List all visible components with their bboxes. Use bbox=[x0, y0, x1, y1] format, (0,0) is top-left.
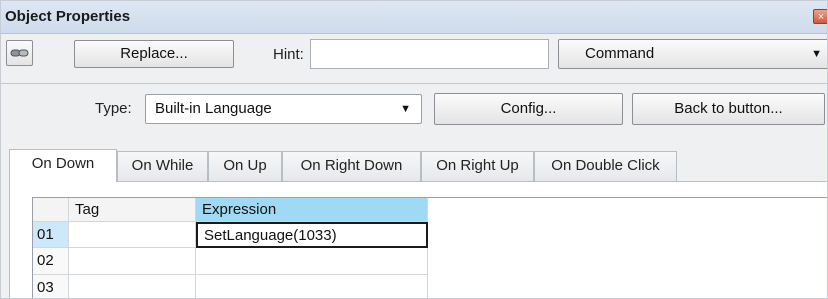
column-header-expression[interactable]: Expression bbox=[196, 198, 428, 222]
expression-cell[interactable]: SetLanguage(1033) bbox=[196, 222, 428, 248]
tab-label: On Right Up bbox=[436, 157, 519, 174]
tab-label: On Down bbox=[31, 155, 95, 172]
type-label: Type: bbox=[95, 100, 132, 117]
column-header-tag[interactable]: Tag bbox=[69, 198, 196, 222]
title-bar: Object Properties × bbox=[1, 1, 827, 34]
expression-cell[interactable] bbox=[196, 248, 428, 275]
type-row: Type: Built-in Language ▼ Config... Back… bbox=[1, 83, 827, 134]
back-to-button-button[interactable]: Back to button... bbox=[632, 93, 825, 125]
object-properties-window: Object Properties × Replace... Hint: Com… bbox=[0, 0, 828, 299]
tab-label: On Up bbox=[223, 157, 267, 174]
config-button[interactable]: Config... bbox=[434, 93, 623, 125]
row-number[interactable]: 02 bbox=[33, 248, 69, 275]
type-dropdown[interactable]: Built-in Language ▼ bbox=[145, 94, 422, 124]
tab-on-up[interactable]: On Up bbox=[208, 151, 282, 181]
tab-on-right-up[interactable]: On Right Up bbox=[421, 151, 534, 181]
link-toggle-button[interactable] bbox=[6, 40, 33, 66]
hint-input[interactable] bbox=[310, 39, 549, 69]
command-dropdown[interactable]: Command ▼ bbox=[558, 39, 827, 69]
tab-on-double-click[interactable]: On Double Click bbox=[534, 151, 677, 181]
expression-cell[interactable] bbox=[196, 275, 428, 298]
tag-cell[interactable] bbox=[69, 248, 196, 275]
tab-on-while[interactable]: On While bbox=[117, 151, 208, 181]
chain-link-icon bbox=[10, 49, 29, 57]
type-dropdown-value: Built-in Language bbox=[155, 100, 272, 117]
command-dropdown-value: Command bbox=[585, 45, 655, 62]
tab-label: On Right Down bbox=[300, 157, 403, 174]
chevron-down-icon: ▼ bbox=[400, 103, 411, 115]
expression-grid: Tag Expression 01 SetLanguage(1033) 02 0… bbox=[32, 197, 827, 298]
grid-corner bbox=[33, 198, 69, 222]
config-button-label: Config... bbox=[500, 100, 557, 117]
chevron-down-icon: ▼ bbox=[811, 48, 822, 60]
tab-on-down[interactable]: On Down bbox=[9, 149, 117, 182]
window-title: Object Properties bbox=[5, 8, 131, 25]
close-button[interactable]: × bbox=[813, 9, 827, 24]
replace-button[interactable]: Replace... bbox=[74, 40, 234, 68]
tab-label: On Double Click bbox=[551, 157, 660, 174]
hint-label: Hint: bbox=[273, 46, 304, 63]
replace-button-label: Replace... bbox=[120, 45, 188, 62]
toolbar-row: Replace... Hint: Command ▼ bbox=[1, 35, 827, 83]
tab-label: On While bbox=[131, 157, 194, 174]
row-number[interactable]: 01 bbox=[33, 222, 69, 248]
tab-on-right-down[interactable]: On Right Down bbox=[282, 151, 421, 181]
tag-cell[interactable] bbox=[69, 275, 196, 298]
tag-cell[interactable] bbox=[69, 222, 196, 248]
back-to-button-label: Back to button... bbox=[674, 100, 783, 117]
row-number[interactable]: 03 bbox=[33, 275, 69, 298]
